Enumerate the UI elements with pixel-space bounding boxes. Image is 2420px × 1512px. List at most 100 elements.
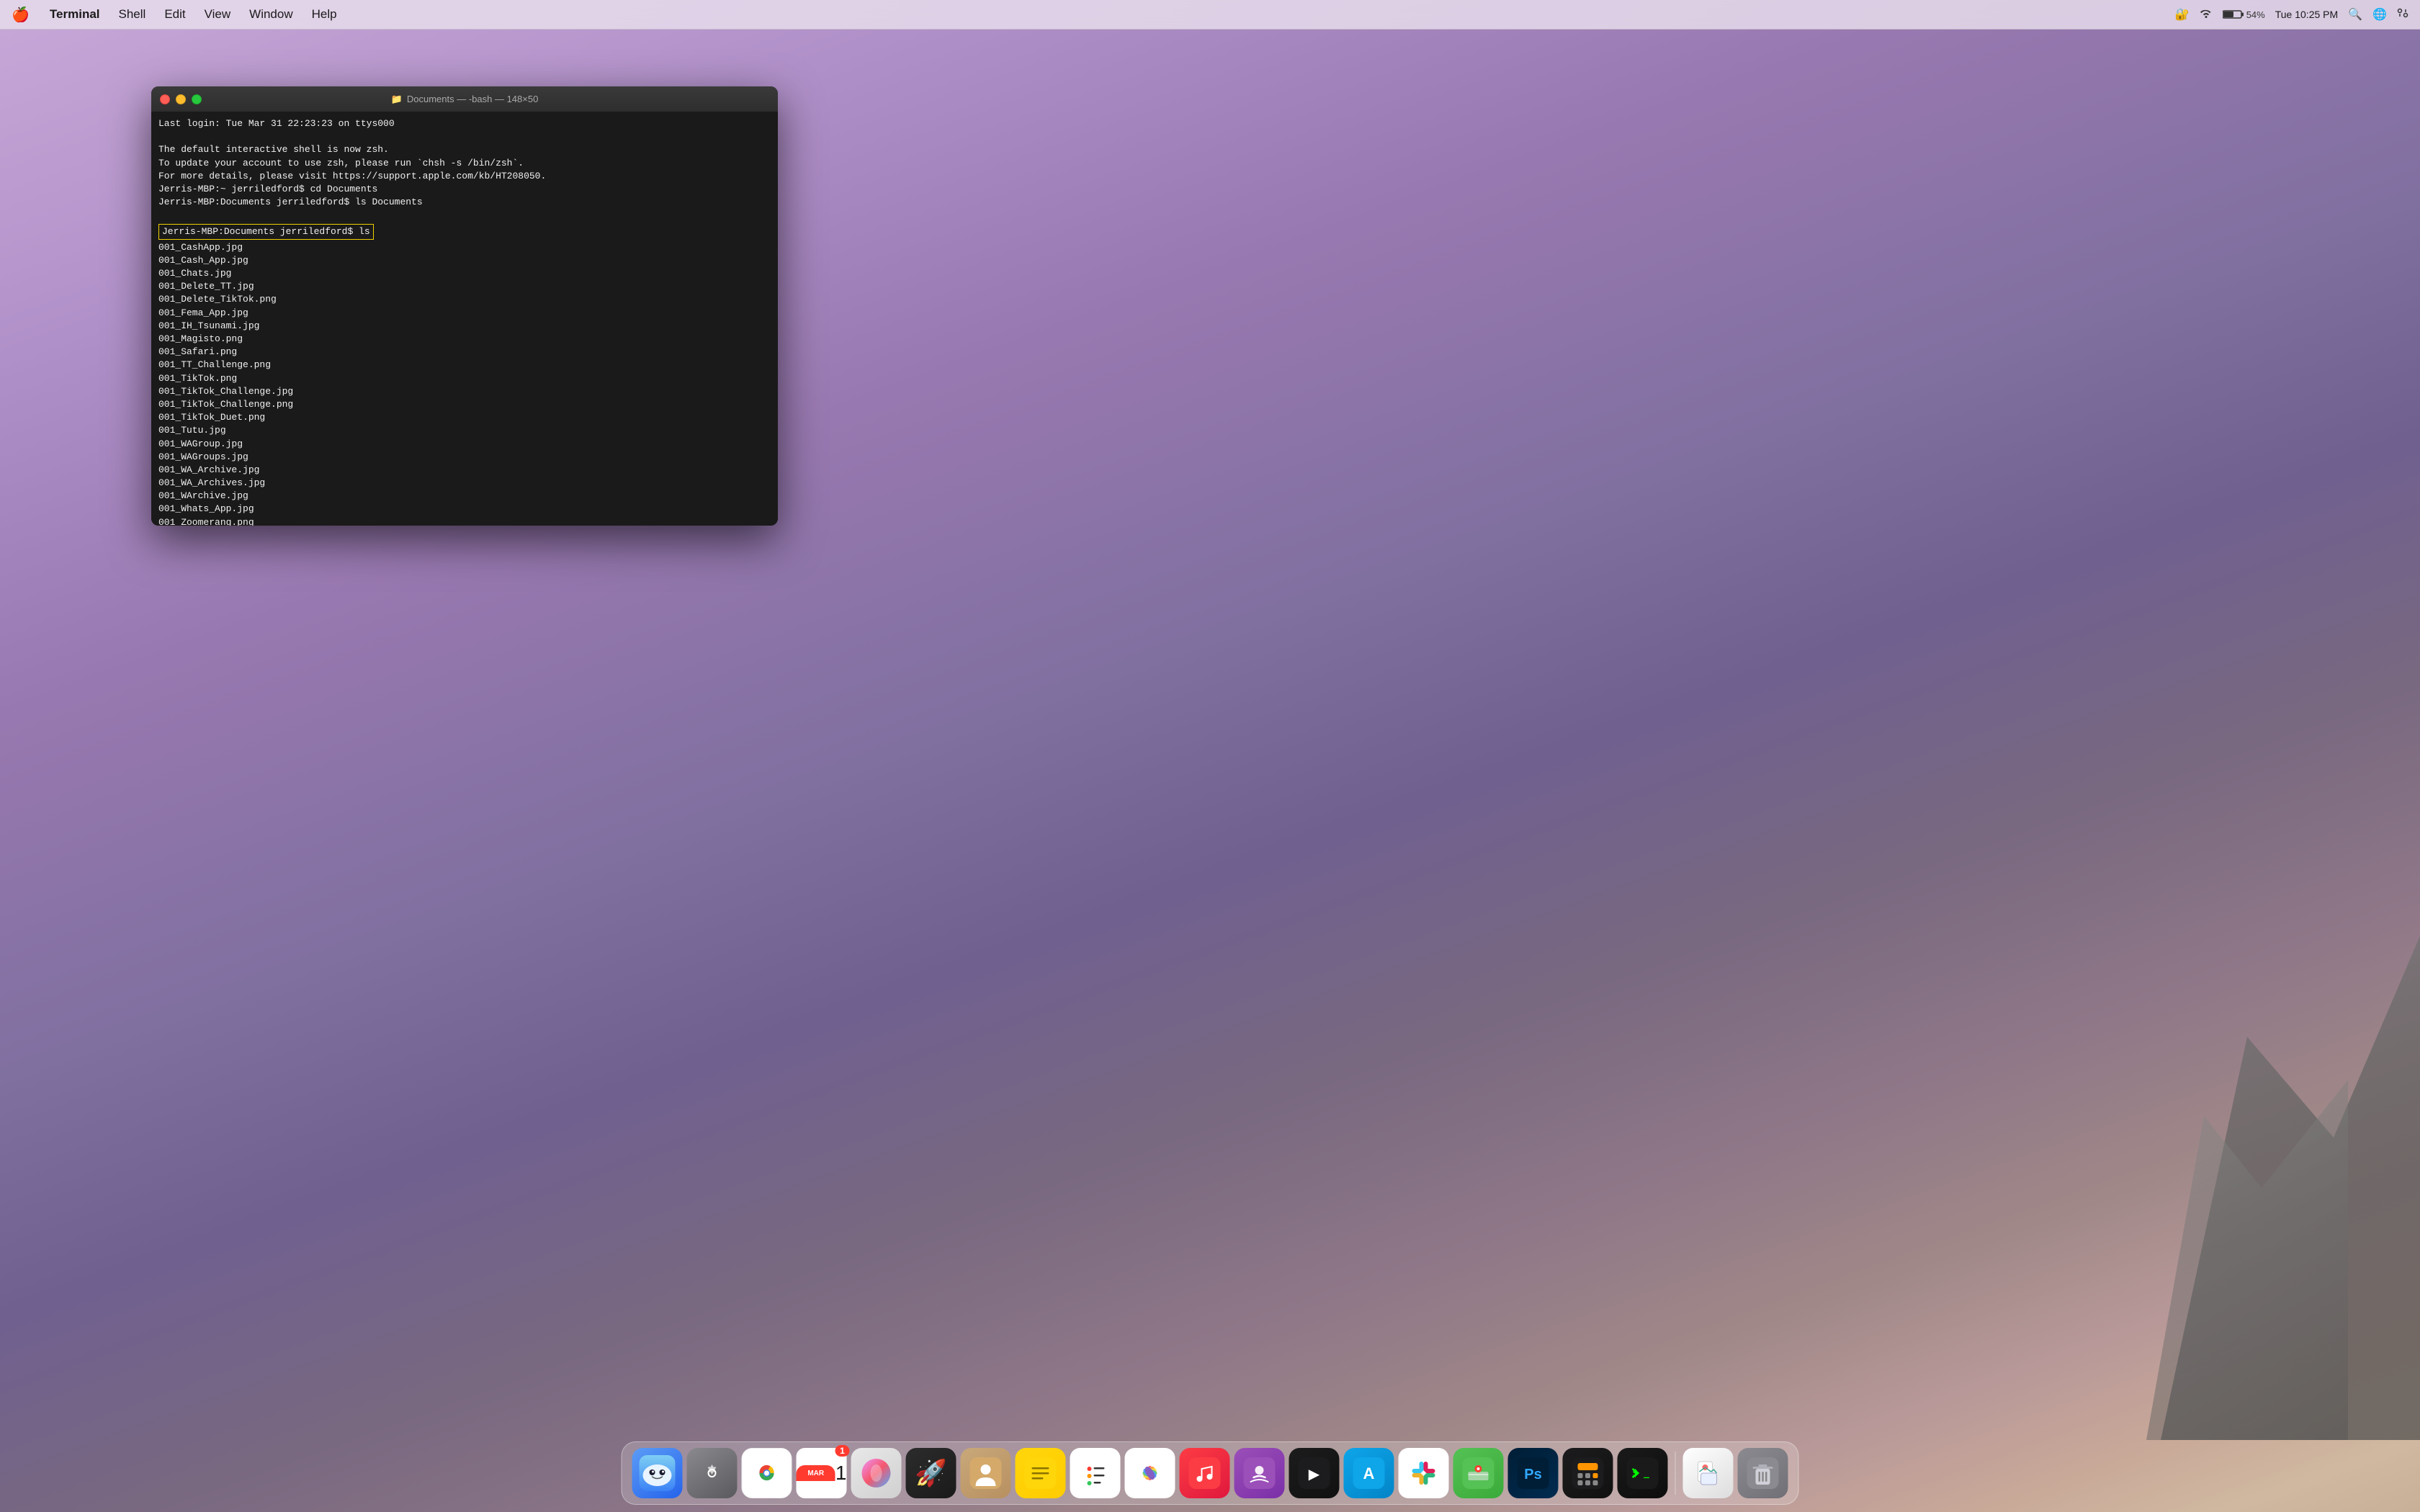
terminal-title: 📁 Documents — -bash — 148×50 [391, 94, 539, 105]
dock-item-appletv[interactable]: ▶ [1289, 1448, 1340, 1498]
appletv-icon: ▶ [1289, 1448, 1340, 1498]
dock-item-calculator[interactable] [1563, 1448, 1613, 1498]
terminal-dock-icon: $ _ [1618, 1448, 1668, 1498]
svg-text:▶: ▶ [1309, 1467, 1320, 1482]
menu-help[interactable]: Help [305, 6, 344, 23]
photos-icon [1125, 1448, 1175, 1498]
terminal-line: Jerris-MBP:~ jerriledford$ cd Documents [158, 183, 771, 196]
terminal-line: 001_WAGroups.jpg [158, 451, 771, 464]
dock-item-podcasts[interactable] [1234, 1448, 1285, 1498]
terminal-line: 001_Delete_TikTok.png [158, 293, 771, 306]
music-icon [1180, 1448, 1230, 1498]
dock-item-maps[interactable] [1453, 1448, 1504, 1498]
terminal-line: 001_IH_Tsunami.jpg [158, 320, 771, 333]
preview-icon [1683, 1448, 1734, 1498]
notes-icon [1016, 1448, 1066, 1498]
apple-menu[interactable]: 🍎 [12, 6, 30, 24]
terminal-titlebar: 📁 Documents — -bash — 148×50 [151, 86, 778, 112]
terminal-line: To update your account to use zsh, pleas… [158, 157, 771, 170]
current-command-input[interactable]: Jerris-MBP:Documents jerriledford$ ls [158, 224, 374, 240]
dock-item-chrome[interactable] [742, 1448, 792, 1498]
terminal-line: For more details, please visit https://s… [158, 170, 771, 183]
contacts-icon [961, 1448, 1011, 1498]
terminal-line: 001_TikTok_Challenge.png [158, 398, 771, 411]
svg-text:Ps: Ps [1524, 1467, 1541, 1482]
terminal-line: 001_CashApp.jpg [158, 241, 771, 254]
menubar: 🍎 Terminal Shell Edit View Window Help 🔐… [0, 0, 2420, 30]
dock-item-music[interactable] [1180, 1448, 1230, 1498]
svg-text:A: A [1363, 1464, 1375, 1482]
maximize-button[interactable] [192, 94, 202, 104]
terminal-line: 001_Safari.png [158, 346, 771, 359]
calendar-badge: 1 [835, 1445, 850, 1457]
photoshop-icon: Ps [1508, 1448, 1559, 1498]
dock: MAR 1 1 🚀 [622, 1441, 1799, 1505]
menu-view[interactable]: View [197, 6, 238, 23]
terminal-line: 001_TikTok_Duet.png [158, 411, 771, 424]
menu-shell[interactable]: Shell [112, 6, 153, 23]
siri-dock-icon [851, 1448, 902, 1498]
close-button[interactable] [160, 94, 170, 104]
dock-item-reminders[interactable] [1070, 1448, 1121, 1498]
terminal-line: 001_Zoomerang.png [158, 516, 771, 526]
chrome-icon [742, 1448, 792, 1498]
terminal-body[interactable]: Last login: Tue Mar 31 22:23:23 on ttys0… [151, 112, 778, 526]
terminal-line: 001_WAGroup.jpg [158, 438, 771, 451]
search-icon[interactable]: 🔍 [2348, 7, 2362, 22]
terminal-line: 001_Magisto.png [158, 333, 771, 346]
dock-item-contacts[interactable] [961, 1448, 1011, 1498]
terminal-line: 001_Tutu.jpg [158, 424, 771, 437]
terminal-line: 001_WA_Archives.jpg [158, 477, 771, 490]
dock-item-terminal[interactable]: $ _ [1618, 1448, 1668, 1498]
terminal-line: 001_WA_Archive.jpg [158, 464, 771, 477]
terminal-line: 001_WArchive.jpg [158, 490, 771, 503]
battery-icon: 54% [2223, 9, 2265, 20]
terminal-line: Last login: Tue Mar 31 22:23:23 on ttys0… [158, 117, 771, 130]
dock-item-appstore[interactable]: A [1344, 1448, 1394, 1498]
terminal-line: 001_Delete_TT.jpg [158, 280, 771, 293]
lastpass-icon[interactable]: 🔐 [2175, 7, 2190, 22]
wifi-icon[interactable] [2200, 8, 2213, 21]
dock-item-notes[interactable] [1016, 1448, 1066, 1498]
terminal-line: The default interactive shell is now zsh… [158, 143, 771, 156]
menu-edit[interactable]: Edit [157, 6, 192, 23]
terminal-title-text: Documents — -bash — 148×50 [407, 94, 538, 104]
terminal-line: 001_Fema_App.jpg [158, 307, 771, 320]
terminal-line: 001_TikTok_Challenge.jpg [158, 385, 771, 398]
sysprefs-icon [687, 1448, 738, 1498]
minimize-button[interactable] [176, 94, 186, 104]
dock-item-preview[interactable] [1683, 1448, 1734, 1498]
finder-icon [632, 1448, 683, 1498]
reminders-icon [1070, 1448, 1121, 1498]
terminal-line: 001_Whats_App.jpg [158, 503, 771, 516]
clock: Tue 10:25 PM [2275, 9, 2338, 20]
dock-item-siri[interactable] [851, 1448, 902, 1498]
terminal-line: 001_Cash_App.jpg [158, 254, 771, 267]
battery-percent: 54% [2246, 9, 2265, 20]
dock-item-trash[interactable] [1738, 1448, 1788, 1498]
terminal-window[interactable]: 📁 Documents — -bash — 148×50 Last login:… [151, 86, 778, 526]
terminal-line: 001_TT_Challenge.png [158, 359, 771, 372]
calculator-icon [1563, 1448, 1613, 1498]
dock-item-calendar[interactable]: MAR 1 1 [797, 1448, 847, 1498]
rocket-icon: 🚀 [906, 1448, 956, 1498]
podcasts-icon [1234, 1448, 1285, 1498]
appstore-icon: A [1344, 1448, 1394, 1498]
slack-icon [1399, 1448, 1449, 1498]
dock-item-photos[interactable] [1125, 1448, 1175, 1498]
menu-terminal[interactable]: Terminal [42, 6, 107, 23]
dock-item-sysprefs[interactable] [687, 1448, 738, 1498]
maps-icon [1453, 1448, 1504, 1498]
terminal-line [158, 130, 771, 143]
menu-window[interactable]: Window [242, 6, 300, 23]
terminal-line: 001_TikTok.png [158, 372, 771, 385]
siri-icon[interactable]: 🌐 [2372, 7, 2387, 22]
dock-item-rocket[interactable]: 🚀 [906, 1448, 956, 1498]
trash-icon [1738, 1448, 1788, 1498]
terminal-line: 001_Chats.jpg [158, 267, 771, 280]
dock-item-slack[interactable] [1399, 1448, 1449, 1498]
dock-item-finder[interactable] [632, 1448, 683, 1498]
dock-item-photoshop[interactable]: Ps [1508, 1448, 1559, 1498]
dock-divider [1675, 1452, 1676, 1495]
control-center-icon[interactable] [2397, 8, 2408, 21]
